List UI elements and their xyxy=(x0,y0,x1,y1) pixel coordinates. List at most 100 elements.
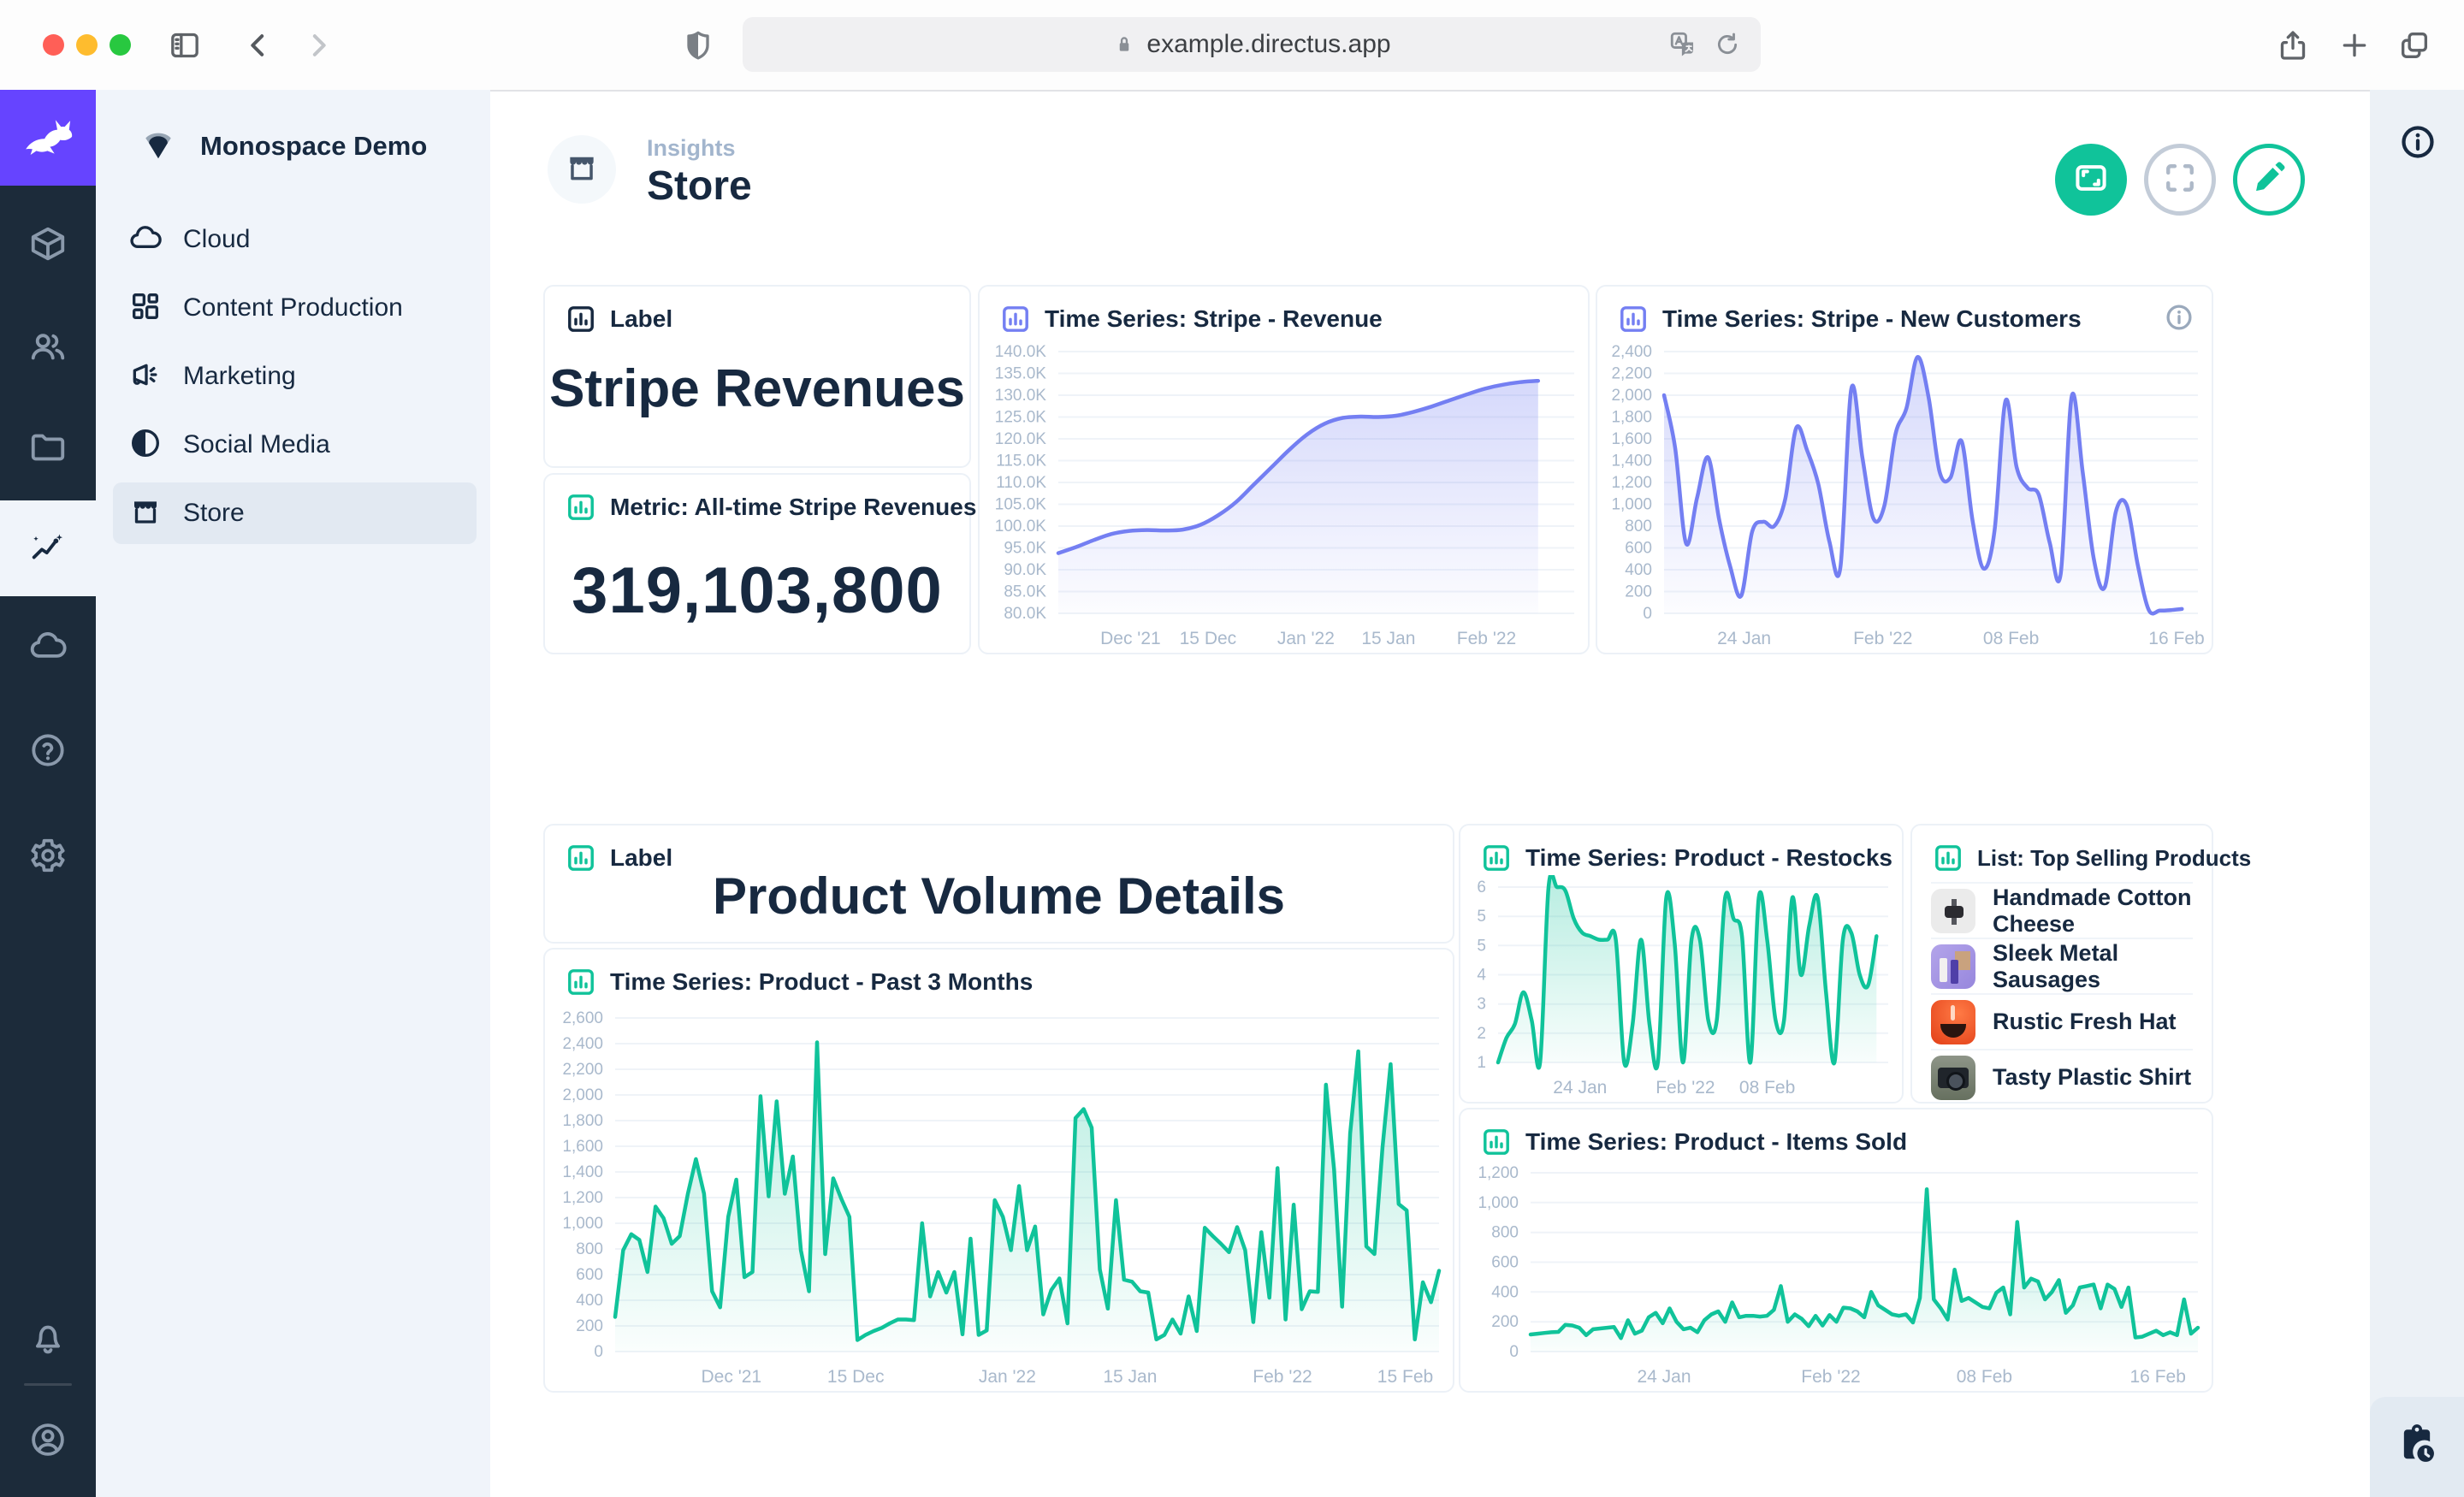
module-rail xyxy=(0,90,96,1497)
svg-text:Jan '22: Jan '22 xyxy=(979,1367,1036,1387)
dashboard-badge xyxy=(548,135,616,204)
svg-text:800: 800 xyxy=(1625,518,1652,535)
svg-text:1: 1 xyxy=(1477,1054,1486,1072)
sidebar-item-label: Cloud xyxy=(183,225,250,254)
rail-item-avatar[interactable] xyxy=(0,1392,96,1488)
directus-logo[interactable] xyxy=(0,90,96,186)
url-bar[interactable]: example.directus.app xyxy=(743,17,1761,72)
project-icon xyxy=(139,124,178,168)
svg-text:4: 4 xyxy=(1477,967,1486,985)
grid-icon xyxy=(128,289,163,328)
svg-text:1,600: 1,600 xyxy=(562,1138,603,1156)
svg-text:Dec '21: Dec '21 xyxy=(702,1367,762,1387)
rail-divider xyxy=(24,1383,72,1386)
chart-icon xyxy=(1000,304,1031,334)
svg-text:1,200: 1,200 xyxy=(562,1189,603,1207)
svg-text:15 Dec: 15 Dec xyxy=(1180,629,1237,648)
product-image xyxy=(1931,944,1975,989)
translate-icon[interactable] xyxy=(1668,30,1697,59)
svg-text:08 Feb: 08 Feb xyxy=(1739,1078,1795,1098)
svg-text:3: 3 xyxy=(1477,996,1486,1014)
svg-text:24 Jan: 24 Jan xyxy=(1637,1367,1691,1387)
svg-text:400: 400 xyxy=(1491,1283,1519,1301)
panel-stripe-new-customers[interactable]: Time Series: Stripe - New Customers 2,40… xyxy=(1596,285,2213,654)
product-image xyxy=(1931,1056,1975,1100)
svg-text:200: 200 xyxy=(1625,583,1652,601)
rail-item-cloud[interactable] xyxy=(0,598,96,694)
privacy-shield-icon[interactable] xyxy=(681,28,715,62)
sidebar-item-store[interactable]: Store xyxy=(113,482,477,544)
info-icon[interactable] xyxy=(2398,122,2437,162)
fullscreen-button[interactable] xyxy=(2144,144,2216,216)
restocks-chart: 655432124 JanFeb '2208 Feb xyxy=(1460,875,1902,1102)
activity-log-button[interactable] xyxy=(2370,1397,2464,1497)
svg-text:80.0K: 80.0K xyxy=(1004,605,1046,623)
svg-text:16 Feb: 16 Feb xyxy=(2130,1367,2186,1387)
panel-label-stripe[interactable]: Label Stripe Revenues xyxy=(543,285,971,468)
product-list-item[interactable]: Rustic Fresh Hat xyxy=(1931,993,2193,1049)
svg-text:1,400: 1,400 xyxy=(562,1163,603,1181)
chart-icon xyxy=(566,304,596,334)
panel-label-product[interactable]: Label Product Volume Details xyxy=(543,824,1454,944)
sidebar: Monospace Demo Cloud Content Production Ma… xyxy=(96,90,490,1497)
cloud-icon xyxy=(128,221,163,259)
panel-product-past-3-months[interactable]: Time Series: Product - Past 3 Months 2,6… xyxy=(543,948,1454,1393)
svg-text:2: 2 xyxy=(1477,1025,1486,1043)
svg-text:600: 600 xyxy=(1625,540,1652,558)
minimize-window-button[interactable] xyxy=(76,34,98,56)
new-tab-icon[interactable] xyxy=(2337,28,2372,62)
right-sidebar xyxy=(2370,90,2464,1497)
sidebar-toggle-icon[interactable] xyxy=(168,28,202,62)
tab-overview-icon[interactable] xyxy=(2397,28,2431,62)
rail-item-gear[interactable] xyxy=(0,808,96,903)
rail-item-users[interactable] xyxy=(0,299,96,394)
sidebar-item-marketing[interactable]: Marketing xyxy=(113,346,477,407)
svg-text:95.0K: 95.0K xyxy=(1004,540,1046,558)
product-list-item[interactable]: Handmade Cotton Cheese xyxy=(1931,882,2193,938)
svg-text:140.0K: 140.0K xyxy=(995,343,1047,361)
edit-dashboard-button[interactable] xyxy=(2233,144,2305,216)
zoom-window-button[interactable] xyxy=(110,34,131,56)
project-name: Monospace Demo xyxy=(200,131,427,162)
svg-text:15 Dec: 15 Dec xyxy=(827,1367,885,1387)
svg-text:15 Feb: 15 Feb xyxy=(1377,1367,1433,1387)
sidebar-item-content-production[interactable]: Content Production xyxy=(113,277,477,339)
svg-text:600: 600 xyxy=(576,1266,603,1284)
present-mode-button[interactable] xyxy=(2055,144,2127,216)
items-sold-chart: 1,2001,000800600400200024 JanFeb '2208 F… xyxy=(1460,1161,2212,1391)
svg-text:Feb '22: Feb '22 xyxy=(1656,1078,1715,1098)
sidebar-item-cloud[interactable]: Cloud xyxy=(113,209,477,270)
clipboard-clock-icon xyxy=(2395,1423,2439,1471)
rail-item-help[interactable] xyxy=(0,702,96,798)
product-name: Sleek Metal Sausages xyxy=(1993,940,2193,993)
rail-item-insights[interactable] xyxy=(0,500,96,596)
project-switcher[interactable]: Monospace Demo xyxy=(96,90,490,202)
rail-item-box[interactable] xyxy=(0,196,96,292)
rail-item-folder[interactable] xyxy=(0,399,96,495)
product-list-item[interactable]: Tasty Plastic Shirt xyxy=(1931,1049,2193,1104)
svg-text:2,000: 2,000 xyxy=(562,1086,603,1104)
panel-product-items-sold[interactable]: Time Series: Product - Items Sold 1,2001… xyxy=(1459,1108,2213,1393)
svg-text:200: 200 xyxy=(1491,1313,1519,1331)
chart-icon xyxy=(566,492,596,523)
svg-text:6: 6 xyxy=(1477,879,1486,896)
share-icon[interactable] xyxy=(2276,28,2310,62)
panel-top-selling-products[interactable]: List: Top Selling Products Handmade Cott… xyxy=(1910,824,2213,1104)
back-icon[interactable] xyxy=(241,28,275,62)
rail-item-bell[interactable] xyxy=(0,1291,96,1387)
svg-text:100.0K: 100.0K xyxy=(995,518,1047,535)
svg-text:1,200: 1,200 xyxy=(1478,1164,1519,1182)
panel-metric-stripe[interactable]: Metric: All-time Stripe Revenues 319,103… xyxy=(543,473,971,654)
panel-product-restocks[interactable]: Time Series: Product - Restocks 65543212… xyxy=(1459,824,1904,1104)
chart-icon xyxy=(1933,843,1964,873)
product-list-item[interactable]: Sleek Metal Sausages xyxy=(1931,938,2193,993)
reload-icon[interactable] xyxy=(1713,30,1742,59)
chart-icon xyxy=(1481,843,1512,873)
panel-stripe-revenue[interactable]: Time Series: Stripe - Revenue 140.0K135.… xyxy=(978,285,1590,654)
svg-text:Feb '22: Feb '22 xyxy=(1801,1367,1860,1387)
panel-info-icon[interactable] xyxy=(2164,302,2194,333)
svg-text:Feb '22: Feb '22 xyxy=(1853,629,1912,648)
sidebar-item-social-media[interactable]: Social Media xyxy=(113,414,477,476)
close-window-button[interactable] xyxy=(43,34,64,56)
chart-icon xyxy=(566,967,596,997)
